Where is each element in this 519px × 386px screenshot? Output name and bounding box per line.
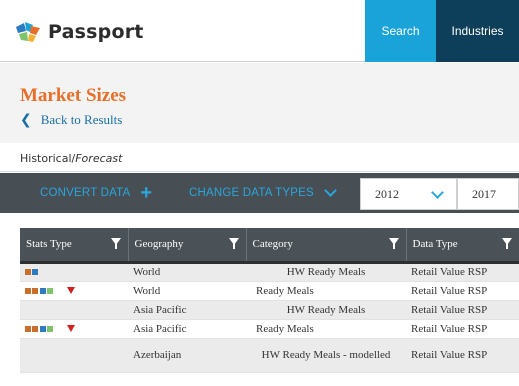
cell-category: Ready Meals bbox=[246, 319, 406, 339]
table-body: World HW Ready Meals Retail Value RSP World… bbox=[20, 262, 519, 373]
year-from-value: 2012 bbox=[375, 186, 399, 201]
stats-type-squares bbox=[25, 269, 123, 275]
table-header-row: Stats Type Geography Category Data Type bbox=[20, 228, 519, 264]
table-row[interactable]: Asia Pacific HW Ready Meals Retail Value R… bbox=[20, 300, 519, 320]
stats-square-icon bbox=[25, 325, 31, 332]
cell-stats-type bbox=[20, 300, 128, 320]
historical-label: Historical/ bbox=[20, 152, 76, 165]
stats-square-icon bbox=[32, 269, 38, 275]
chevron-down-icon bbox=[323, 183, 337, 197]
forecast-label: Forecast bbox=[75, 152, 123, 165]
cell-data-type: Retail Value RSP bbox=[406, 281, 519, 301]
app-header: Passport Search Industries bbox=[0, 0, 519, 62]
chevron-down-icon bbox=[431, 186, 444, 199]
column-header-data-type[interactable]: Data Type bbox=[406, 228, 519, 264]
convert-data-label: CONVERT DATA bbox=[40, 187, 131, 199]
stats-square-icon bbox=[25, 269, 31, 275]
filter-icon[interactable] bbox=[501, 238, 512, 249]
cell-stats-type bbox=[20, 319, 128, 339]
spacer bbox=[0, 213, 519, 228]
nav-search-tab[interactable]: Search bbox=[365, 0, 436, 62]
stats-square-icon bbox=[40, 287, 46, 294]
column-header-label: Category bbox=[252, 238, 293, 251]
change-data-types-label: CHANGE DATA TYPES bbox=[189, 187, 314, 199]
table-row[interactable]: World Ready Meals Retail Value RSP bbox=[20, 281, 519, 301]
cell-stats-type bbox=[20, 281, 128, 301]
year-to-select[interactable]: 2017 bbox=[457, 178, 519, 210]
passport-logo[interactable]: Passport bbox=[14, 18, 144, 46]
stats-type-squares bbox=[25, 325, 123, 332]
passport-logo-icon bbox=[16, 22, 40, 42]
title-area: Market Sizes ❮ Back to Results bbox=[0, 63, 519, 143]
cell-category: HW Ready Meals bbox=[246, 262, 406, 282]
results-table: Stats Type Geography Category Data Type … bbox=[20, 228, 519, 373]
column-header-category[interactable]: Category bbox=[246, 228, 407, 264]
page-title: Market Sizes bbox=[20, 85, 127, 106]
cell-geography: World bbox=[128, 262, 246, 282]
cell-data-type: Retail Value RSP bbox=[406, 338, 519, 373]
results-table-container: Stats Type Geography Category Data Type … bbox=[20, 228, 519, 386]
chevron-left-icon: ❮ bbox=[20, 112, 32, 128]
year-to-value: 2017 bbox=[472, 186, 496, 201]
stats-square-icon bbox=[47, 287, 53, 294]
stats-square-icon bbox=[32, 325, 38, 332]
filter-icon[interactable] bbox=[388, 238, 399, 249]
table-row[interactable]: World HW Ready Meals Retail Value RSP bbox=[20, 262, 519, 282]
convert-data-button[interactable]: CONVERT DATA + bbox=[40, 173, 152, 213]
data-toolbar: CONVERT DATA + CHANGE DATA TYPES 2012 20… bbox=[0, 173, 519, 213]
table-row[interactable]: Asia Pacific Ready Meals Retail Value RSP bbox=[20, 319, 519, 339]
column-header-stats-type[interactable]: Stats Type bbox=[20, 228, 129, 264]
cell-stats-type bbox=[20, 262, 128, 282]
stats-square-icon bbox=[32, 287, 38, 294]
cell-data-type: Retail Value RSP bbox=[406, 300, 519, 320]
cell-data-type: Retail Value RSP bbox=[406, 319, 519, 339]
cell-category: Ready Meals bbox=[246, 281, 406, 301]
table-row[interactable]: Azerbaijan HW Ready Meals - modelled Retai… bbox=[20, 338, 519, 373]
cell-category: HW Ready Meals - modelled bbox=[246, 338, 406, 373]
logo-text: Passport bbox=[48, 21, 144, 43]
cell-data-type: Retail Value RSP bbox=[406, 262, 519, 282]
year-from-select[interactable]: 2012 bbox=[360, 178, 457, 210]
red-triangle-icon bbox=[67, 287, 75, 294]
back-to-results-link[interactable]: ❮ Back to Results bbox=[20, 112, 122, 128]
cell-stats-type bbox=[20, 338, 128, 373]
filter-icon[interactable] bbox=[228, 238, 239, 249]
cell-geography: Asia Pacific bbox=[128, 319, 246, 339]
column-header-label: Data Type bbox=[412, 238, 458, 251]
stats-type-squares bbox=[25, 287, 123, 294]
filter-icon[interactable] bbox=[110, 238, 121, 249]
column-header-label: Stats Type bbox=[26, 238, 72, 251]
column-header-label: Geography bbox=[134, 238, 184, 251]
stats-square-icon bbox=[40, 325, 46, 332]
red-triangle-icon bbox=[67, 325, 75, 332]
back-link-label: Back to Results bbox=[40, 112, 123, 127]
historical-forecast-label: Historical/Forecast bbox=[20, 152, 122, 165]
nav-industries-tab[interactable]: Industries bbox=[436, 0, 519, 62]
plus-icon: + bbox=[140, 182, 153, 204]
cell-geography: World bbox=[128, 281, 246, 301]
historical-forecast-row: Historical/Forecast bbox=[0, 144, 519, 172]
change-data-types-button[interactable]: CHANGE DATA TYPES bbox=[189, 173, 337, 213]
cell-geography: Azerbaijan bbox=[128, 338, 246, 373]
stats-square-icon bbox=[25, 287, 31, 294]
cell-geography: Asia Pacific bbox=[128, 300, 246, 320]
column-header-geography[interactable]: Geography bbox=[128, 228, 247, 264]
cell-category: HW Ready Meals bbox=[246, 300, 406, 320]
stats-square-icon bbox=[47, 325, 53, 332]
